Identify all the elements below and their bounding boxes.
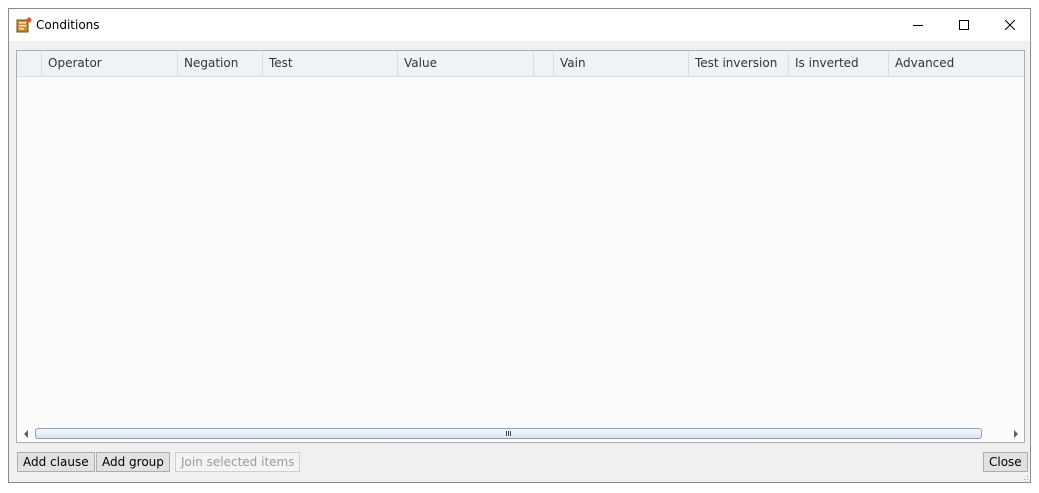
conditions-grid[interactable]: Operator Negation Test Value Vain Test i… [16, 50, 1025, 443]
minimize-button[interactable] [895, 9, 941, 41]
maximize-button[interactable] [941, 9, 987, 41]
resize-grip-icon[interactable] [1021, 473, 1029, 481]
close-icon [1005, 20, 1015, 30]
column-header-test-inversion[interactable]: Test inversion [689, 51, 789, 76]
column-header-vain[interactable]: Vain [554, 51, 689, 76]
close-window-button[interactable] [987, 9, 1033, 41]
grid-header-row: Operator Negation Test Value Vain Test i… [17, 51, 1024, 77]
thumb-grip-icon [506, 431, 511, 436]
add-clause-button[interactable]: Add clause [17, 452, 95, 472]
scroll-left-icon [23, 429, 28, 438]
column-header-negation[interactable]: Negation [178, 51, 263, 76]
add-group-button[interactable]: Add group [96, 452, 170, 472]
conditions-window: Conditions Operator Negation Test Value [8, 8, 1031, 483]
column-header-is-inverted[interactable]: Is inverted [789, 51, 889, 76]
column-header-select[interactable] [17, 51, 42, 76]
join-selected-items-button[interactable]: Join selected items [175, 452, 301, 472]
scroll-right-button[interactable] [1007, 425, 1024, 442]
column-header-value[interactable]: Value [398, 51, 534, 76]
minimize-icon [913, 25, 923, 26]
conditions-app-icon [16, 17, 32, 33]
column-header-advanced[interactable]: Advanced [889, 51, 1024, 76]
horizontal-scrollbar[interactable] [17, 425, 1024, 442]
column-header-operator[interactable]: Operator [42, 51, 178, 76]
title-bar[interactable]: Conditions [9, 9, 1030, 41]
close-button[interactable]: Close [983, 452, 1028, 472]
maximize-icon [959, 20, 969, 30]
scroll-right-icon [1013, 429, 1018, 438]
grid-body[interactable] [17, 77, 1024, 425]
column-header-test[interactable]: Test [263, 51, 398, 76]
window-title: Conditions [36, 18, 100, 32]
column-header-blank[interactable] [534, 51, 554, 76]
scrollbar-thumb[interactable] [35, 428, 982, 439]
scroll-left-button[interactable] [17, 425, 34, 442]
